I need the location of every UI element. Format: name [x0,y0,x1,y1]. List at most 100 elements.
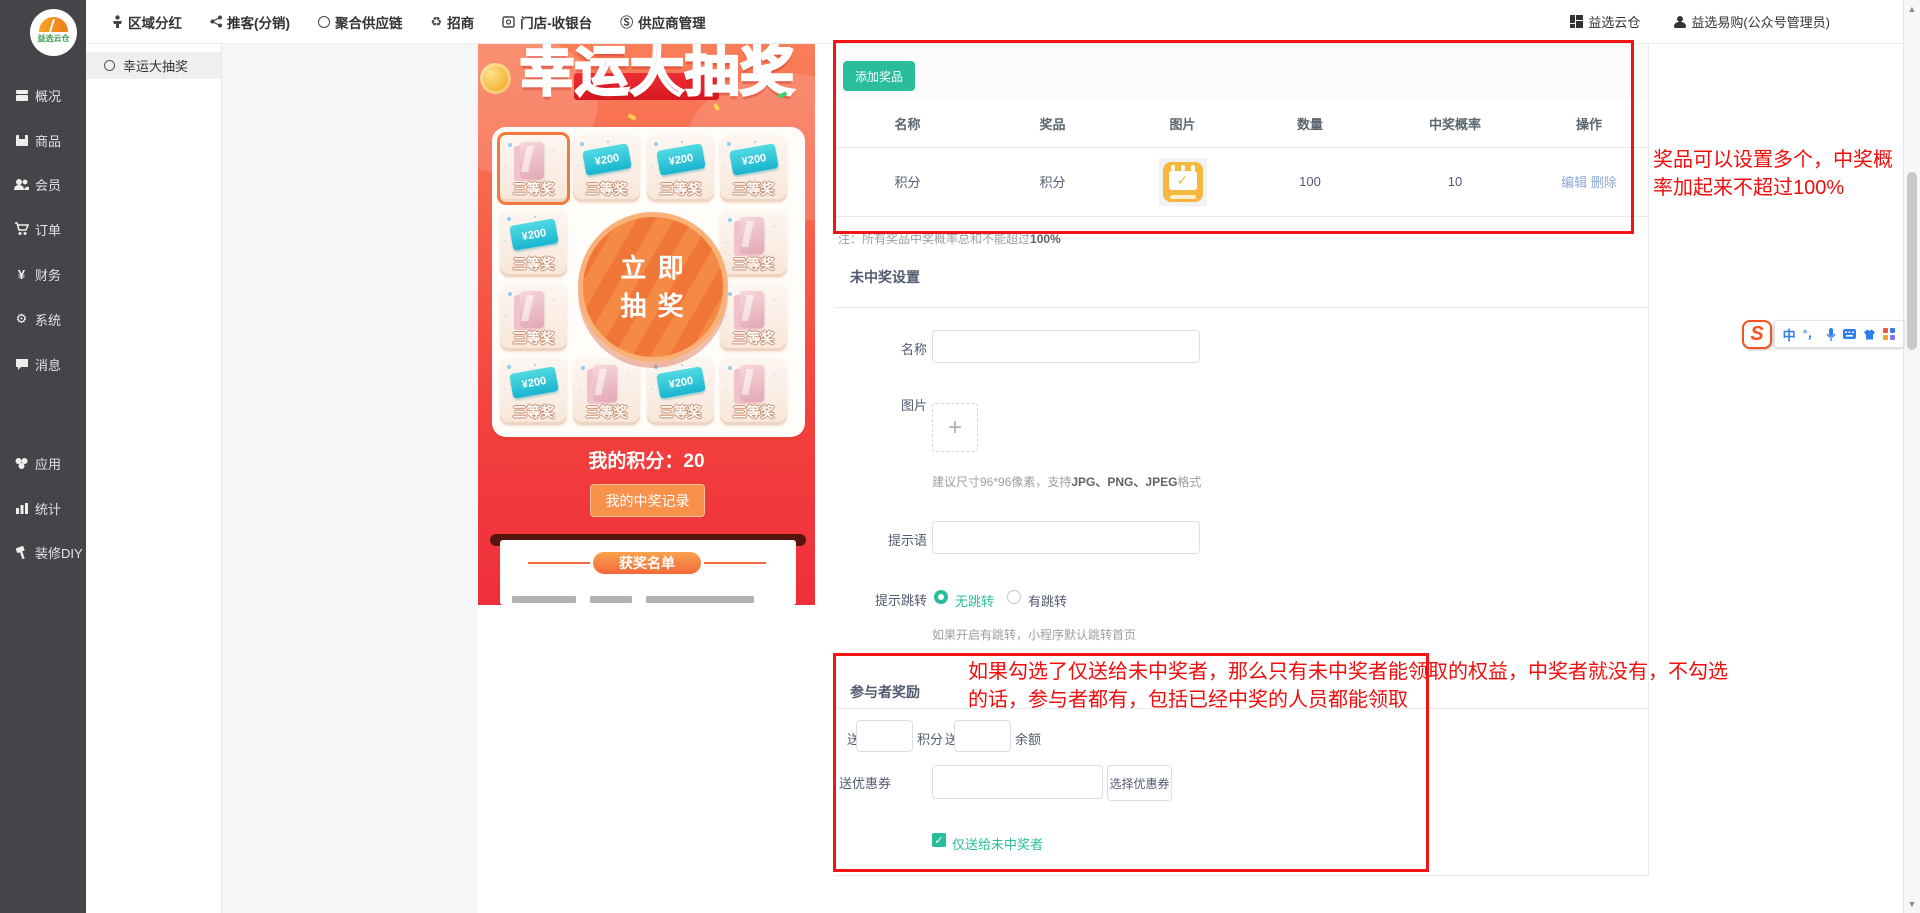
message-icon [13,357,30,371]
ime-punctuation[interactable]: °， [1803,326,1818,342]
sidebar-item-label: 消息 [35,355,61,374]
coupon-image: ¥200 [582,143,632,176]
nav-item-label: 招商 [447,12,474,32]
only-miss-checkbox[interactable]: ✓ [932,833,946,847]
points-amount-input[interactable] [856,720,913,752]
delete-link[interactable]: 删除 [1591,175,1617,190]
no-jump-radio[interactable] [934,590,948,604]
prize-tile-coupon[interactable]: ¥200三等奖 [647,358,714,425]
sidebar-item-orders[interactable]: 订单 [0,214,86,244]
table-toolbar: 添加奖品 [835,43,1648,100]
no-jump-label[interactable]: 无跳转 [955,591,994,610]
sidebar-item-diy[interactable]: 装修DIY [0,537,86,567]
account-label: 益选易购(公众号管理员) [1691,12,1830,31]
name-label: 名称 [817,339,927,358]
nav-item-label: 供应商管理 [638,12,706,32]
nav-item-store-cashier[interactable]: 门店-收银台 [502,12,592,32]
image-label: 图片 [817,395,927,414]
prize-tile-coupon[interactable]: ¥200 三等奖 [647,135,714,202]
prize-tile-phone[interactable]: 三等奖 [720,358,787,425]
balance-amount-input[interactable] [954,720,1011,752]
ring-icon [318,16,330,28]
skin-shirt-icon[interactable] [1863,329,1876,340]
add-prize-button[interactable]: 添加奖品 [843,61,915,91]
prize-tile-label: 三等奖 [500,402,567,422]
prize-tile-coupon[interactable]: ¥200三等奖 [720,135,787,202]
coupon-image: ¥200 [656,366,706,399]
scrollbar-thumb[interactable] [1907,172,1917,350]
scroll-down-arrow[interactable]: ▼ [1904,899,1920,909]
prize-tile-label: 三等奖 [573,402,640,422]
sidebar-item-system[interactable]: ⚙系统 [0,304,86,334]
prize-tile-phone[interactable]: 三等奖 [500,284,567,351]
ime-mode-chinese[interactable]: 中 [1783,325,1796,344]
brand-logo[interactable]: 益选云仓 [30,9,77,56]
members-icon [13,177,30,191]
sidebar-item-label: 订单 [35,220,61,239]
sogou-logo-icon[interactable]: S [1742,320,1772,349]
jump-label-text[interactable]: 有跳转 [1028,591,1067,610]
miss-section-title: 未中奖设置 [850,267,920,287]
cell-quantity: 100 [1240,174,1380,189]
toolbox-grid-icon[interactable] [1883,328,1895,340]
content-gutter [221,43,478,913]
sidebar-item-label: 统计 [35,499,61,518]
nav-item-supplier[interactable]: Ⓢ供应商管理 [620,12,706,32]
nav-item-region-dividend[interactable]: 区域分红 [112,12,182,32]
submenu-item-lucky-draw[interactable]: 幸运大抽奖 [86,52,221,79]
vertical-scrollbar[interactable]: ▲ ▼ [1903,0,1920,913]
prize-tile-phone[interactable]: 三等奖 [720,210,787,277]
col-header-image: 图片 [1125,114,1240,133]
secondary-sidebar: 幸运大抽奖 [86,43,222,913]
keyboard-icon[interactable] [1843,329,1856,339]
workspace-switcher[interactable]: 益选云仓 [1570,12,1640,31]
nav-item-supply-chain[interactable]: 聚合供应链 [318,12,403,32]
nav-item-label: 推客(分销) [227,12,290,32]
points-suffix: 积分 [917,729,943,748]
coupon-image: ¥200 [656,143,706,176]
account-menu[interactable]: 益选易购(公众号管理员) [1674,12,1830,31]
nav-item-label: 聚合供应链 [335,12,403,32]
only-miss-label[interactable]: 仅送给未中奖者 [952,834,1043,853]
top-navbar: 区域分红 推客(分销) 聚合供应链 ♻招商 门店-收银台 Ⓢ供应商管理 益选云仓… [86,0,1920,44]
miss-name-input[interactable] [932,330,1200,363]
my-records-button[interactable]: 我的中奖记录 [590,484,705,517]
spin-now-button[interactable]: 立 即 抽 奖 [578,212,728,362]
probability-note: 注：所有奖品中奖概率总和不能超过100% [838,230,1061,247]
prize-tile-label: 三等奖 [647,179,714,199]
mic-icon[interactable] [1826,328,1836,341]
prize-tile-coupon[interactable]: ¥200三等奖 [500,358,567,425]
nav-item-investment[interactable]: ♻招商 [431,12,475,32]
spin-text-line1: 立 即 [620,249,685,287]
prize-tile-phone[interactable]: 三等奖 [573,358,640,425]
tip-input[interactable] [932,521,1200,554]
nav-item-promoter[interactable]: 推客(分销) [210,12,290,32]
coupon-input[interactable] [932,765,1103,799]
sidebar-item-label: 概况 [35,86,61,105]
prize-tile-phone[interactable]: 三等奖 [497,132,570,205]
sidebar-item-stats[interactable]: 统计 [0,493,86,523]
edit-link[interactable]: 编辑 [1561,175,1587,190]
prize-tile-phone[interactable]: 三等奖 [720,284,787,351]
prize-tile-coupon[interactable]: ¥200三等奖 [500,210,567,277]
sidebar-item-label: 商品 [35,131,61,150]
sidebar-item-message[interactable]: 消息 [0,349,86,379]
sidebar-item-label: 应用 [35,454,61,473]
prize-tile-coupon[interactable]: ¥200三等奖 [573,135,640,202]
clipped-winner-text [512,596,576,603]
sidebar-item-apps[interactable]: 应用 [0,448,86,478]
scroll-up-arrow[interactable]: ▲ [1904,4,1920,14]
image-upload-box[interactable]: + [932,403,978,452]
sidebar-item-overview[interactable]: 概况 [0,80,86,110]
sidebar-item-goods[interactable]: 商品 [0,125,86,155]
sidebar-item-finance[interactable]: ¥财务 [0,259,86,289]
jump-radio[interactable] [1007,590,1021,604]
sidebar-item-label: 会员 [35,175,61,194]
prize-tile-label: 三等奖 [500,179,567,199]
reward-section-title: 参与者奖励 [850,682,920,702]
tip-label: 提示语 [817,530,927,549]
col-header-name: 名称 [835,114,980,133]
choose-coupon-button[interactable]: 选择优惠券 [1107,765,1172,801]
nav-item-label: 区域分红 [128,12,182,32]
sidebar-item-members[interactable]: 会员 [0,169,86,199]
